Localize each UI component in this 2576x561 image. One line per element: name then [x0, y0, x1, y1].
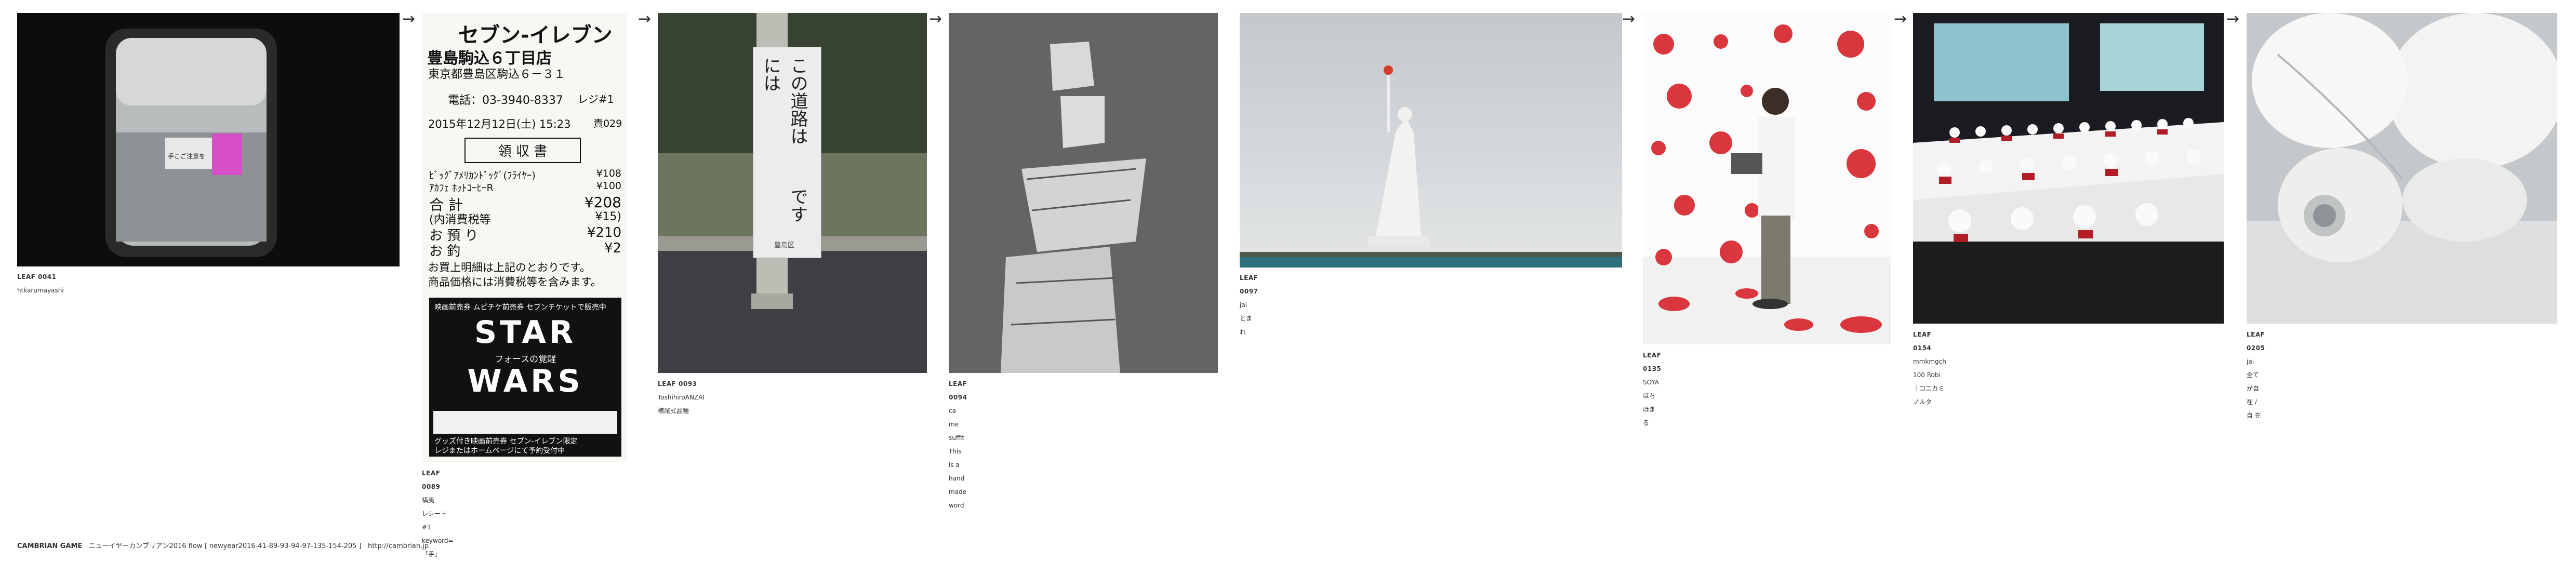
arrow-icon: → — [929, 10, 942, 28]
ad-foot: レジまたはホームページにて予約受付中 — [434, 447, 565, 455]
footer-game[interactable]: CAMBRIAN GAME — [17, 542, 82, 550]
leaf-user[interactable]: htkarumayashi — [17, 284, 64, 297]
leaf-user[interactable]: ca me suffit — [949, 404, 967, 445]
ad-bottom: グッズ付き映画前売券 セブン-イレブン限定 — [434, 437, 578, 446]
sign-text: には — [760, 57, 781, 92]
leaf-id[interactable]: LEAF 0093 — [658, 377, 705, 391]
leaf-user[interactable]: mmkmgch — [1913, 355, 1946, 368]
leaf-user[interactable]: SOYA — [1643, 376, 1661, 389]
leaf-id[interactable]: LEAF 0089 — [422, 466, 454, 493]
leaf-caption: LEAF 0097 jai とまれ — [1240, 271, 1258, 339]
leaf-caption: LEAF 0205 jai 全て が自 在 / 自 在 — [2247, 328, 2265, 422]
star-wars-ad: 映画前売券 ムビチケ前売券 セブンチケットで販売中 STAR フォースの覚醒 W… — [429, 298, 621, 457]
receipt-item: お 釣 ¥2 — [429, 241, 621, 259]
receipt: セブン-イレブン 豊島駒込６丁目店 東京都豊島区駒込６－３１ 電話：03-394… — [422, 13, 627, 462]
receipt-brand: セブン-イレブン — [458, 23, 613, 47]
receipt-note: お買上明細は上記のとおりです。 — [428, 261, 591, 274]
leaf-text: とまれ — [1240, 315, 1253, 336]
arrow-icon: → — [2226, 10, 2240, 28]
leaf-text: レシート #1 keyword=「手」 — [422, 510, 454, 558]
receipt-phone: 電話：03-3940-8337 — [448, 94, 563, 107]
leaf-id[interactable]: LEAF 0097 — [1240, 271, 1258, 298]
leaf-user[interactable]: jai — [1240, 298, 1258, 312]
ad-wars: WARS — [467, 363, 583, 399]
footer: CAMBRIAN GAME ニューイヤーカンブリアン2016 flow [ ne… — [17, 540, 429, 550]
receipt-register: レジ#1 — [578, 93, 614, 105]
receipt-slip: 責029 — [593, 118, 622, 129]
leaf-caption: LEAF 0093 ToshihiroANZAI 横尾式品種 — [658, 377, 705, 418]
receipt-items: ﾋﾞｯｸﾞｱﾒﾘｶﾝﾄﾞｯｸﾞ(ﾌﾗｲﾔｰ) ¥108 ｱｶﾌｪ ﾎｯﾄｺｰﾋｰR… — [429, 168, 621, 259]
arrow-icon: → — [638, 10, 652, 28]
ad-top: 映画前売券 ムビチケ前売券 セブンチケットで販売中 — [434, 303, 606, 312]
arrow-icon: → — [1622, 10, 1636, 28]
sign-org: 豊島区 — [774, 242, 795, 249]
leaf-id[interactable]: LEAF 0154 — [1913, 328, 1946, 355]
footer-url[interactable]: http://cambrian.jp — [368, 542, 429, 550]
ad-price-box — [433, 411, 617, 434]
leaf-text: 全て が自 在 / 自 在 — [2247, 371, 2261, 419]
leaf-caption: LEAF 0154 mmkmgch 100 Robi｜コニカミノルタ — [1913, 328, 1946, 409]
leaf-user[interactable]: jai — [2247, 355, 2265, 368]
leaf-caption: LEAF 0041 htkarumayashi — [17, 270, 64, 297]
leaf-id[interactable]: LEAF 0041 — [17, 270, 64, 284]
leaf-photo[interactable] — [1913, 13, 2224, 324]
leaf-photo[interactable]: セブン-イレブン 豊島駒込６丁目店 東京都豊島区駒込６－３１ 電話：03-394… — [422, 13, 627, 462]
receipt-item: お 預 り ¥210 — [429, 225, 621, 244]
sign-text: です — [787, 188, 808, 223]
leaf-caption: LEAF 0135 SOYA ほちほまる — [1643, 349, 1661, 430]
leaf-id[interactable]: LEAF 0135 — [1643, 349, 1661, 376]
footer-title: ニューイヤーカンブリアン2016 flow [ newyear2016-41-8… — [88, 542, 362, 550]
leaf-photo[interactable] — [2247, 13, 2557, 324]
ad-star: STAR — [474, 314, 577, 351]
arrow-icon: → — [1894, 10, 1907, 28]
sign-board: この道路は には です 豊島区 — [753, 47, 821, 258]
receipt-item: ｱｶﾌｪ ﾎｯﾄｺｰﾋｰR ¥100 — [429, 180, 621, 194]
leaf-text: 横尾式品種 — [658, 407, 689, 415]
receipt-item: ﾋﾞｯｸﾞｱﾒﾘｶﾝﾄﾞｯｸﾞ(ﾌﾗｲﾔｰ) ¥108 — [429, 168, 621, 181]
leaf-user[interactable]: ToshihiroANZAI — [658, 391, 705, 404]
leaf-photo[interactable] — [1240, 13, 1622, 268]
receipt-item: (内消費税等 ¥15) — [429, 210, 621, 226]
leaf-photo[interactable]: 手こご注意を — [17, 13, 400, 266]
leaf-id[interactable]: LEAF 0205 — [2247, 328, 2265, 355]
leaf-photo[interactable] — [1643, 13, 1891, 344]
leaf-photo[interactable] — [949, 13, 1218, 373]
leaf-text: This is a hand made word — [949, 448, 967, 509]
receipt-item: 合 計 ¥208 — [429, 194, 621, 213]
receipt-datetime: 2015年12月12日(土) 15:23 — [428, 118, 571, 130]
receipt-title: 領 収 書 — [464, 138, 581, 163]
leaf-caption: LEAF 0094 ca me suffit This is a hand ma… — [949, 377, 967, 512]
receipt-address: 東京都豊島区駒込６－３１ — [428, 68, 566, 81]
leaf-user[interactable]: 横夷 — [422, 493, 454, 507]
receipt-note: 商品価格には消費税等を含みます。 — [428, 276, 602, 288]
leaf-id[interactable]: LEAF 0094 — [949, 377, 967, 404]
svg-text:手こご注意を: 手こご注意を — [168, 152, 205, 160]
leaf-text: ほちほまる — [1643, 392, 1656, 426]
leaf-photo[interactable]: この道路は には です 豊島区 — [658, 13, 927, 373]
sign-text: この道路は — [787, 57, 808, 145]
arrow-icon: → — [402, 10, 416, 28]
leaf-text: 100 Robi｜コニカミノルタ — [1913, 371, 1945, 406]
